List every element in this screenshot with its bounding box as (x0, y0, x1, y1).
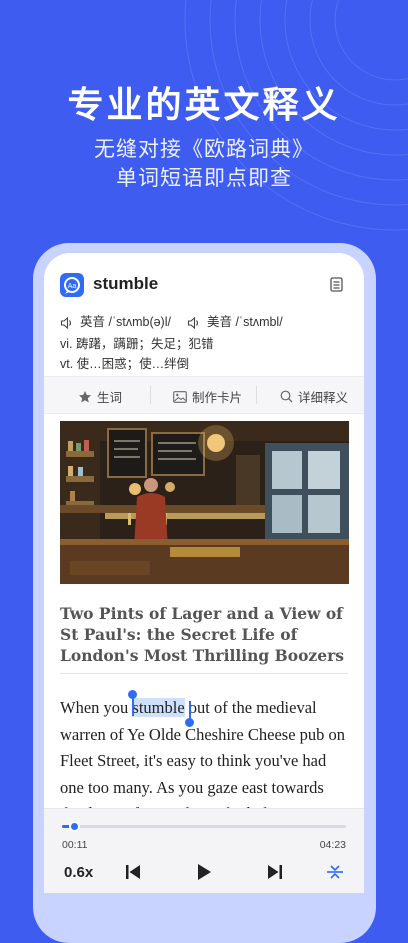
collapse-icon[interactable] (326, 863, 344, 881)
dictionary-app-icon: Aa (60, 273, 84, 297)
article-photo (60, 421, 349, 584)
svg-text:Aa: Aa (68, 283, 77, 290)
progress-knob[interactable] (68, 821, 80, 832)
promo-subline-1: 无缝对接《欧路词典》 (94, 138, 314, 161)
promo-headline: 专业的英文释义 (67, 84, 341, 125)
make-card-label: 制作卡片 (192, 391, 243, 405)
phone-screen: Aa stumble 英音 /ˈstʌmb(ə)l/ 美音 /ˈstʌmbl/ … (44, 253, 364, 893)
toolbar-divider (256, 386, 257, 404)
selection-caret-start (132, 696, 134, 716)
details-label: 详细释义 (298, 391, 349, 405)
make-card-button[interactable]: 制作卡片 (173, 387, 242, 406)
image-icon (173, 390, 187, 403)
article-divider (60, 673, 348, 674)
speed-button[interactable]: 0.6x (64, 864, 93, 881)
progress-track[interactable] (62, 821, 346, 832)
article-text-before: When you (60, 698, 133, 717)
promo-subline-2: 单词短语即点即查 (116, 167, 292, 190)
definition-vi: vi. 踌躇，蹒跚；失足；犯错 (60, 337, 214, 351)
details-button[interactable]: 详细释义 (280, 387, 348, 406)
dict-header: Aa stumble (60, 273, 348, 299)
us-pronunciation[interactable]: 美音 /ˈstʌmbl/ (207, 315, 283, 329)
current-time: 00:11 (62, 839, 88, 851)
previous-icon[interactable] (124, 863, 142, 881)
speaker-icon[interactable] (187, 316, 201, 330)
uk-pronunciation[interactable]: 英音 /ˈstʌmb(ə)l/ (80, 315, 171, 329)
dict-word: stumble (93, 274, 159, 293)
decorative-rings (184, 0, 408, 231)
note-icon[interactable] (330, 277, 344, 293)
definition-vt: vt. 使…困惑；使…绊倒 (60, 357, 190, 371)
toolbar-divider (150, 386, 151, 404)
total-time: 04:23 (319, 839, 346, 851)
pronunciation-row: 英音 /ˈstʌmb(ə)l/ 美音 /ˈstʌmbl/ (60, 311, 283, 330)
speaker-icon[interactable] (60, 316, 74, 330)
play-icon[interactable] (195, 863, 213, 881)
article-title: Two Pints of Lager and a View of St Paul… (60, 604, 344, 665)
selected-word[interactable]: stumble (132, 698, 185, 717)
dict-toolbar: 生词 制作卡片 详细释义 (44, 376, 364, 414)
next-icon[interactable] (266, 863, 284, 881)
audio-player: 00:11 04:23 0.6x (44, 808, 364, 893)
add-vocab-label: 生词 (97, 391, 123, 405)
search-icon (280, 390, 293, 403)
star-icon (79, 390, 91, 402)
add-vocab-button[interactable]: 生词 (78, 387, 122, 406)
selection-handle-end[interactable] (185, 718, 194, 727)
